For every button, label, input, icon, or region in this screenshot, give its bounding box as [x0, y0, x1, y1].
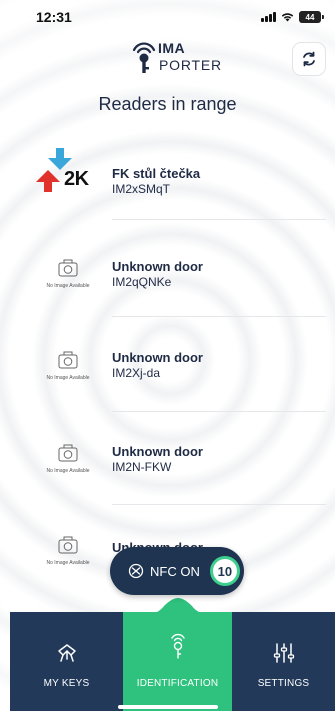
reader-item[interactable]: No Image Available Unknown door IM2N-FKW — [0, 428, 335, 488]
sliders-icon — [273, 643, 294, 663]
reader-thumbnail-placeholder: No Image Available — [30, 520, 106, 574]
nav-label-identification: IDENTIFICATION — [136, 678, 219, 689]
reader-thumbnail-2k: 2K — [30, 148, 106, 202]
battery-indicator: 44 — [299, 11, 324, 23]
keys-icon — [57, 644, 76, 662]
nav-tab-settings[interactable]: SETTINGS — [232, 612, 335, 711]
no-image-caption: No Image Available — [46, 468, 90, 474]
nav-tab-my-keys[interactable]: MY KEYS — [10, 612, 123, 711]
refresh-icon — [303, 51, 315, 67]
status-bar: 12:31 44 — [0, 0, 335, 34]
reader-name: FK stůl čtečka — [112, 166, 201, 181]
list-divider — [112, 504, 326, 505]
nfc-counter: 10 — [209, 556, 240, 586]
status-icons: 44 — [261, 11, 324, 23]
home-indicator — [118, 705, 218, 709]
reader-name: Unknown door — [112, 444, 203, 459]
refresh-button[interactable] — [292, 42, 326, 76]
reader-name: Unknown door — [112, 350, 203, 365]
reader-thumbnail-placeholder: No Image Available — [30, 335, 106, 389]
page-title: Readers in range — [98, 94, 237, 114]
camera-icon — [58, 444, 78, 462]
nfc-toggle-button[interactable]: NFC ON 10 — [110, 547, 244, 595]
bottom-navigation: MY KEYS IDENTIFICATION SETTINGS — [10, 598, 335, 711]
camera-icon — [58, 259, 78, 277]
camera-icon — [58, 351, 78, 369]
reader-item[interactable]: 2K FK stůl čtečka IM2xSMqT — [0, 148, 335, 208]
nfc-label: NFC ON — [150, 563, 200, 579]
app-header: IMA PORTER — [0, 36, 335, 82]
reader-id: IM2Xj-da — [112, 366, 161, 380]
signal-icon — [261, 12, 276, 22]
ima-porter-logo: IMA PORTER — [130, 38, 230, 76]
reader-name: Unknown door — [112, 259, 203, 274]
camera-icon — [58, 536, 78, 554]
nav-tab-identification[interactable]: IDENTIFICATION — [123, 612, 232, 711]
status-time: 12:31 — [36, 9, 72, 25]
wifi-icon — [281, 13, 294, 22]
no-image-caption: No Image Available — [46, 560, 90, 566]
nav-label-my-keys: MY KEYS — [43, 678, 90, 689]
logo-key-icon — [132, 42, 156, 73]
no-image-caption: No Image Available — [46, 375, 90, 381]
2k-logo-text: 2K — [64, 168, 89, 190]
logo-text-ima: IMA — [158, 40, 186, 56]
reader-item[interactable]: No Image Available Unknown door IM2Xj-da — [0, 335, 335, 395]
reader-thumbnail-placeholder: No Image Available — [30, 428, 106, 482]
logo-text-porter: PORTER — [159, 57, 222, 73]
reader-id: IM2xSMqT — [112, 182, 171, 196]
list-divider — [112, 219, 326, 220]
list-divider — [112, 316, 326, 317]
key-fob-icon — [170, 633, 185, 659]
reader-item[interactable]: No Image Available Unknown door IM2qQNKe — [0, 243, 335, 303]
nfc-icon — [128, 563, 144, 579]
no-image-caption: No Image Available — [46, 283, 90, 289]
reader-id: IM2N-FKW — [112, 460, 172, 474]
reader-thumbnail-placeholder: No Image Available — [30, 243, 106, 297]
nav-label-settings: SETTINGS — [257, 678, 310, 689]
list-divider — [112, 411, 326, 412]
reader-id: IM2qQNKe — [112, 275, 172, 289]
